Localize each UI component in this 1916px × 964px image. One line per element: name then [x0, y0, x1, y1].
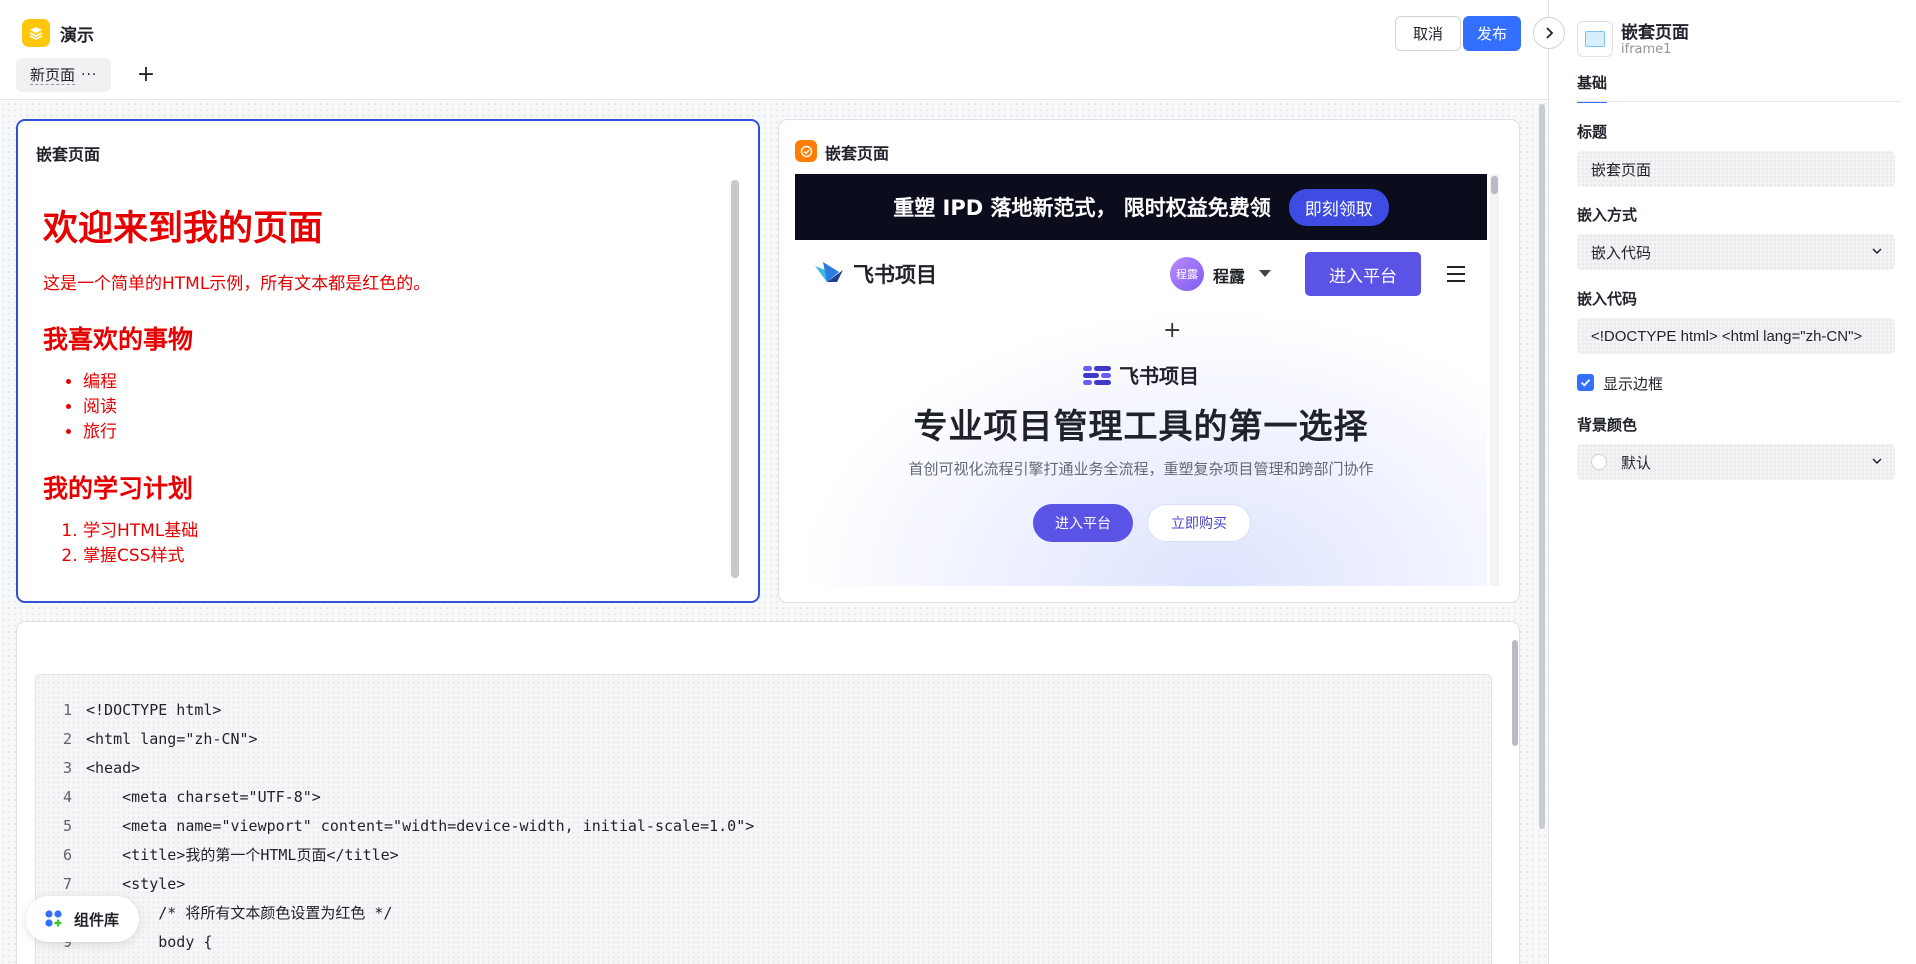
embedded-scrollbar[interactable] — [1491, 176, 1498, 194]
code-line: 6 <title>我的第一个HTML页面</title> — [62, 845, 399, 865]
title-input[interactable]: 嵌套页面 — [1577, 151, 1895, 187]
list-item: 旅行 — [83, 420, 743, 445]
page-tab[interactable]: 新页面 ··· — [16, 58, 112, 92]
tab-basic[interactable]: 基础 — [1577, 72, 1608, 103]
embedded-paragraph: 这是一个简单的HTML示例，所有文本都是红色的。 — [43, 274, 431, 294]
component-library-label: 组件库 — [74, 910, 120, 929]
embed-mode-label: 嵌入方式 — [1577, 206, 1638, 224]
embedded-page-content: 欢迎来到我的页面 这是一个简单的HTML示例，所有文本都是红色的。 我喜欢的事物… — [18, 176, 743, 591]
show-border-checkbox[interactable] — [1577, 374, 1594, 391]
bg-color-label: 背景颜色 — [1577, 416, 1638, 434]
embedded-scrollbar[interactable] — [731, 180, 739, 578]
plan-list: 学习HTML基础 掌握CSS样式 — [83, 519, 743, 569]
component-library-button[interactable]: 组件库 — [26, 896, 139, 942]
card-title: 嵌套页面 — [825, 144, 890, 163]
embed-mode-select[interactable]: 嵌入代码 — [1577, 234, 1895, 270]
title-label: 标题 — [1577, 123, 1608, 141]
user-name[interactable]: 程露 — [1213, 263, 1245, 287]
code-line: 4 <meta charset="UTF-8"> — [62, 787, 321, 806]
embed-mode-value: 嵌入代码 — [1591, 243, 1652, 262]
embed-code-input[interactable]: <!DOCTYPE html> <html lang="zh-CN"> — [1577, 318, 1895, 354]
checkmark-icon — [1580, 379, 1591, 387]
page-tab-label: 新页面 — [30, 65, 76, 85]
app-logo-icon — [22, 19, 50, 47]
tab-divider — [1577, 101, 1901, 102]
site-navbar: 飞书项目 程露 程露 进入平台 — [795, 240, 1487, 308]
chevron-down-icon — [1872, 248, 1882, 255]
list-item: 阅读 — [83, 395, 743, 420]
site-hero: + 飞书项目 专业项目管理工具的第一选择 首创可视化流程引擎打通业务全流程，重塑… — [795, 308, 1487, 586]
component-id: iframe1 — [1621, 42, 1672, 57]
app-name: 演示 — [60, 26, 94, 46]
list-item: 学习HTML基础 — [83, 519, 743, 544]
top-bar: 演示 新页面 ··· + 取消 发布 — [0, 0, 1548, 100]
code-viewer: 1 <!DOCTYPE html> 2 <html lang="zh-CN"> 3 <… — [35, 674, 1492, 964]
hero-headline: 专业项目管理工具的第一选择 — [913, 407, 1369, 447]
show-border-label[interactable]: 显示边框 — [1603, 373, 1663, 394]
code-line: 3 <head> — [62, 758, 141, 777]
properties-panel: 嵌套页面 iframe1 基础 标题 嵌套页面 嵌入方式 嵌入代码 嵌入代码 <… — [1548, 0, 1916, 964]
check-badge-icon — [795, 140, 817, 162]
iframe-component[interactable]: 嵌套页面 重塑 IPD 落地新范式， 限时权益免费领 即刻领取 飞书项目 程露 … — [778, 119, 1520, 603]
banner-text: 重塑 IPD 落地新范式， 限时权益免费领 — [893, 196, 1271, 220]
component-title: 嵌套页面 — [1621, 23, 1689, 43]
hamburger-menu-icon[interactable] — [1447, 266, 1465, 287]
component-library-icon — [45, 910, 62, 927]
site-brand: 飞书项目 — [853, 263, 937, 287]
add-page-button[interactable]: + — [132, 60, 160, 88]
code-block-component[interactable]: 1 <!DOCTYPE html> 2 <html lang="zh-CN"> 3 <… — [16, 621, 1520, 964]
more-icon[interactable]: ··· — [81, 67, 97, 83]
embedded-website: 重塑 IPD 落地新范式， 限时权益免费领 即刻领取 飞书项目 程露 程露 进入… — [795, 174, 1487, 586]
hero-brand: 飞书项目 — [795, 360, 1487, 389]
banner-claim-button[interactable]: 即刻领取 — [1288, 188, 1389, 226]
canvas-scrollbar[interactable] — [1539, 104, 1545, 829]
promo-banner[interactable]: 重塑 IPD 落地新范式， 限时权益免费领 即刻领取 — [795, 174, 1487, 240]
caret-down-icon[interactable] — [1259, 270, 1271, 277]
code-line: 2 <html lang="zh-CN"> — [62, 729, 258, 748]
embedded-subheading-plan: 我的学习计划 — [43, 474, 194, 503]
feishu-project-logo-icon — [1083, 365, 1111, 385]
things-list: 编程 阅读 旅行 — [83, 370, 743, 445]
iframe-component-icon — [1577, 21, 1613, 57]
collapse-panel-button[interactable] — [1533, 17, 1565, 49]
bg-color-select[interactable]: 默认 — [1577, 444, 1895, 480]
card-title: 嵌套页面 — [36, 145, 101, 164]
list-item: 编程 — [83, 370, 743, 395]
chevron-down-icon — [1872, 458, 1882, 465]
feishu-logo-icon — [815, 262, 843, 282]
iframe-component-selected[interactable]: 嵌套页面 欢迎来到我的页面 这是一个简单的HTML示例，所有文本都是红色的。 我… — [16, 119, 760, 603]
hero-subline: 首创可视化流程引擎打通业务全流程，重塑复杂项目管理和跨部门协作 — [908, 460, 1374, 478]
code-line: 5 <meta name="viewport" content="width=d… — [62, 816, 755, 835]
color-swatch-icon — [1591, 454, 1607, 470]
enter-platform-button[interactable]: 进入平台 — [1305, 252, 1421, 296]
hero-enter-button[interactable]: 进入平台 — [1033, 504, 1133, 542]
hero-buy-button[interactable]: 立即购买 — [1147, 504, 1251, 542]
hero-brand-text: 飞书项目 — [1119, 364, 1199, 388]
cancel-button[interactable]: 取消 — [1395, 16, 1461, 51]
embedded-scroll-track[interactable] — [1490, 174, 1499, 586]
list-item: 掌握CSS样式 — [83, 544, 743, 569]
chevron-right-icon — [1546, 27, 1554, 39]
avatar[interactable]: 程露 — [1170, 257, 1204, 291]
code-scrollbar[interactable] — [1512, 640, 1518, 746]
publish-button[interactable]: 发布 — [1463, 16, 1521, 51]
code-line: 1 <!DOCTYPE html> — [62, 700, 222, 719]
embedded-subheading-things: 我喜欢的事物 — [43, 325, 194, 354]
embed-code-label: 嵌入代码 — [1577, 290, 1638, 308]
embedded-heading: 欢迎来到我的页面 — [43, 209, 324, 249]
plus-icon: + — [1163, 318, 1182, 343]
editor-canvas: 嵌套页面 欢迎来到我的页面 这是一个简单的HTML示例，所有文本都是红色的。 我… — [0, 101, 1548, 964]
bg-color-value: 默认 — [1621, 453, 1652, 472]
code-line: 7 <style> — [62, 874, 186, 893]
